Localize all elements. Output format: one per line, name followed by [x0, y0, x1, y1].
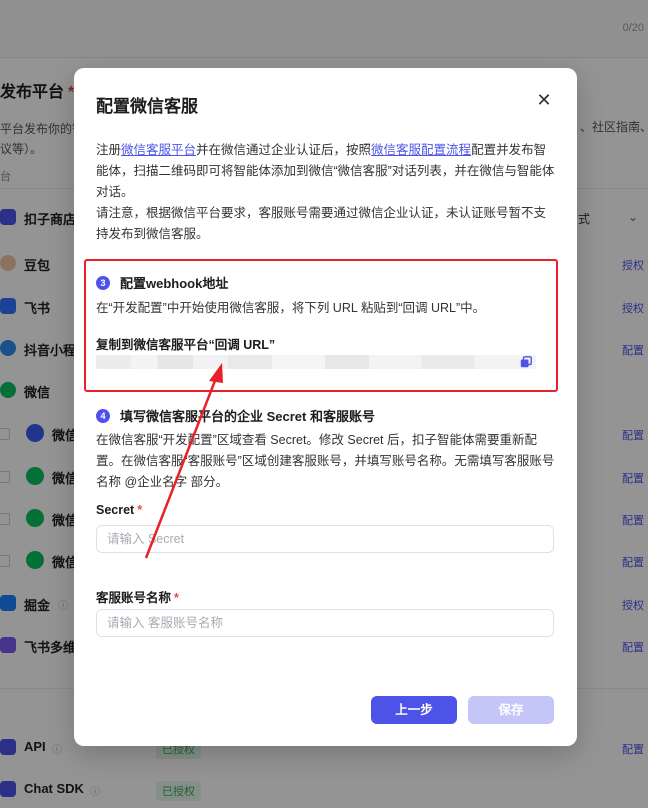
dialog-intro: 注册微信客服平台并在微信通过企业认证后，按照微信客服配置流程配置并发布智能体，扫…	[96, 143, 555, 241]
webhook-url-value	[96, 355, 536, 369]
callback-url-label: 复制到微信客服平台“回调 URL”	[96, 338, 276, 352]
step-4-heading: 4 填写微信客服平台的企业 Secret 和客服账号	[96, 406, 375, 425]
step-number: 3	[96, 275, 110, 290]
wechat-service-config-flow-link[interactable]: 微信客服配置流程	[371, 143, 471, 157]
step-3-text: 在“开发配置”中开始使用微信客服，将下列 URL 粘贴到“回调 URL”中。	[96, 301, 486, 315]
step-number: 4	[96, 408, 110, 423]
close-icon[interactable]: ✕	[534, 90, 554, 110]
wechat-service-config-dialog: 配置微信客服 ✕ 注册微信客服平台并在微信通过企业认证后，按照微信客服配置流程配…	[74, 68, 577, 746]
previous-step-button[interactable]: 上一步	[371, 696, 457, 724]
copy-icon[interactable]	[520, 356, 532, 368]
save-button[interactable]: 保存	[468, 696, 554, 724]
account-name-label: 客服账号名称 *	[96, 591, 179, 605]
wechat-service-platform-link[interactable]: 微信客服平台	[121, 143, 196, 157]
secret-input[interactable]	[96, 525, 554, 553]
step-4-text: 在微信客服“开发配置”区域查看 Secret。修改 Secret 后，扣子智能体…	[96, 433, 555, 489]
dialog-title: 配置微信客服	[96, 97, 198, 116]
step-3-heading: 3 配置webhook地址	[96, 273, 228, 292]
account-name-input[interactable]	[96, 609, 554, 637]
secret-label: Secret *	[96, 503, 143, 517]
